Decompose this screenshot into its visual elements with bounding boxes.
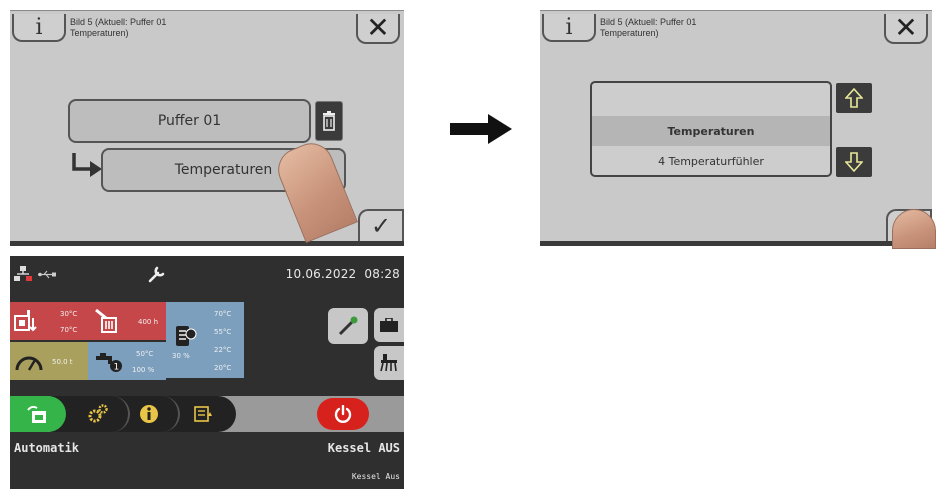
status-bar: 10.06.2022 08:28 <box>10 256 404 290</box>
power-icon <box>334 405 352 423</box>
buffer-temp-1: 70°C <box>214 310 232 318</box>
protocol-icon <box>194 406 212 422</box>
time-text: 08:28 <box>364 267 400 281</box>
option-picker[interactable]: Temperaturen 4 Temperaturfühler <box>590 81 832 177</box>
buffer-temp-3: 22°C <box>214 346 232 354</box>
info-icon: i <box>565 14 573 40</box>
info-circle-icon <box>140 405 158 423</box>
boiler-state-label: Kessel AUS <box>327 441 400 455</box>
gauge-icon <box>15 356 43 371</box>
close-icon: ✕ <box>894 11 918 44</box>
date-time: 10.06.2022 08:28 <box>286 267 400 281</box>
pellet-amount: 50.0 t <box>52 358 73 366</box>
chimney-sweep-button[interactable] <box>374 346 404 380</box>
buffer-select-label: Puffer 01 <box>157 113 222 129</box>
tool-button[interactable] <box>328 308 368 344</box>
buffer-temp-4: 20°C <box>214 364 232 372</box>
submenu-arrow-icon <box>72 153 102 177</box>
nav-home-button[interactable] <box>10 396 66 432</box>
boiler-temp-1: 30°C <box>60 310 78 318</box>
briefcase-icon <box>380 318 398 332</box>
briefcase-button[interactable] <box>374 308 404 342</box>
ash-tile[interactable]: 400 h <box>88 302 166 340</box>
buffer-temp-2: 55°C <box>214 328 232 336</box>
network-icon <box>14 266 32 281</box>
usb-icon <box>38 270 56 279</box>
check-icon: ✓ <box>370 212 392 240</box>
scroll-down-button[interactable] <box>836 147 872 177</box>
faucet-icon: 1 <box>96 353 122 373</box>
controller-home-screen: 10.06.2022 08:28 30°C 70°C 400 h 30 % 70… <box>10 256 404 489</box>
hot-water-level: 100 % <box>132 366 155 374</box>
delete-button[interactable] <box>315 101 343 141</box>
flow-arrow-icon <box>450 114 512 144</box>
ash-hours: 400 h <box>138 318 159 326</box>
gears-icon <box>88 404 108 423</box>
close-button[interactable]: ✕ <box>884 14 928 44</box>
boiler-status-text: Kessel Aus <box>351 472 400 481</box>
close-button[interactable]: ✕ <box>356 14 400 44</box>
finger-pointer <box>892 209 936 249</box>
date-text: 10.06.2022 <box>285 267 357 281</box>
scroll-up-button[interactable] <box>836 83 872 113</box>
svg-text:1: 1 <box>114 363 120 373</box>
close-icon: ✕ <box>366 11 390 44</box>
trash-icon <box>323 111 335 131</box>
mode-label: Automatik <box>14 441 80 455</box>
hot-water-temp: 50°C <box>136 350 154 358</box>
picker-item[interactable]: 4 Temperaturfühler <box>592 146 830 175</box>
arrow-up-icon <box>845 88 863 108</box>
wrench-icon <box>148 266 165 283</box>
info-icon: i <box>35 14 43 40</box>
chimney-sweep-icon <box>380 354 397 372</box>
bottom-navigation <box>10 396 404 432</box>
picker-item[interactable] <box>592 83 830 113</box>
buffer-tile[interactable]: 30 % 70°C 55°C 22°C 20°C <box>166 302 244 378</box>
menu-screen-after: i Bild 5 (Aktuell: Puffer 01 Temperature… <box>540 10 936 249</box>
info-button[interactable]: i <box>542 14 596 42</box>
home-boiler-icon <box>27 405 46 423</box>
probe-icon <box>338 316 358 336</box>
boiler-tile[interactable]: 30°C 70°C <box>10 302 88 340</box>
arrow-down-icon <box>845 152 863 172</box>
boiler-icon <box>14 310 37 332</box>
picker-item-selected[interactable]: Temperaturen <box>592 116 830 146</box>
temperatures-label: Temperaturen <box>174 162 273 178</box>
power-button[interactable] <box>317 398 369 430</box>
pellet-tile[interactable]: 50.0 t <box>10 342 88 380</box>
hot-water-tile[interactable]: 1 50°C 100 % <box>88 342 166 380</box>
screen-title: Bild 5 (Aktuell: Puffer 01 Temperaturen) <box>600 17 697 38</box>
buffer-level: 30 % <box>172 352 190 360</box>
buffer-tank-icon <box>176 326 197 346</box>
menu-screen-before: i Bild 5 (Aktuell: Puffer 01 Temperature… <box>10 10 404 246</box>
confirm-button[interactable]: ✓ <box>358 209 404 241</box>
buffer-select-button[interactable]: Puffer 01 <box>68 99 311 143</box>
ash-bin-icon <box>95 308 117 333</box>
boiler-temp-2: 70°C <box>60 326 78 334</box>
info-button[interactable]: i <box>12 14 66 42</box>
screen-title: Bild 5 (Aktuell: Puffer 01 Temperaturen) <box>70 17 167 38</box>
